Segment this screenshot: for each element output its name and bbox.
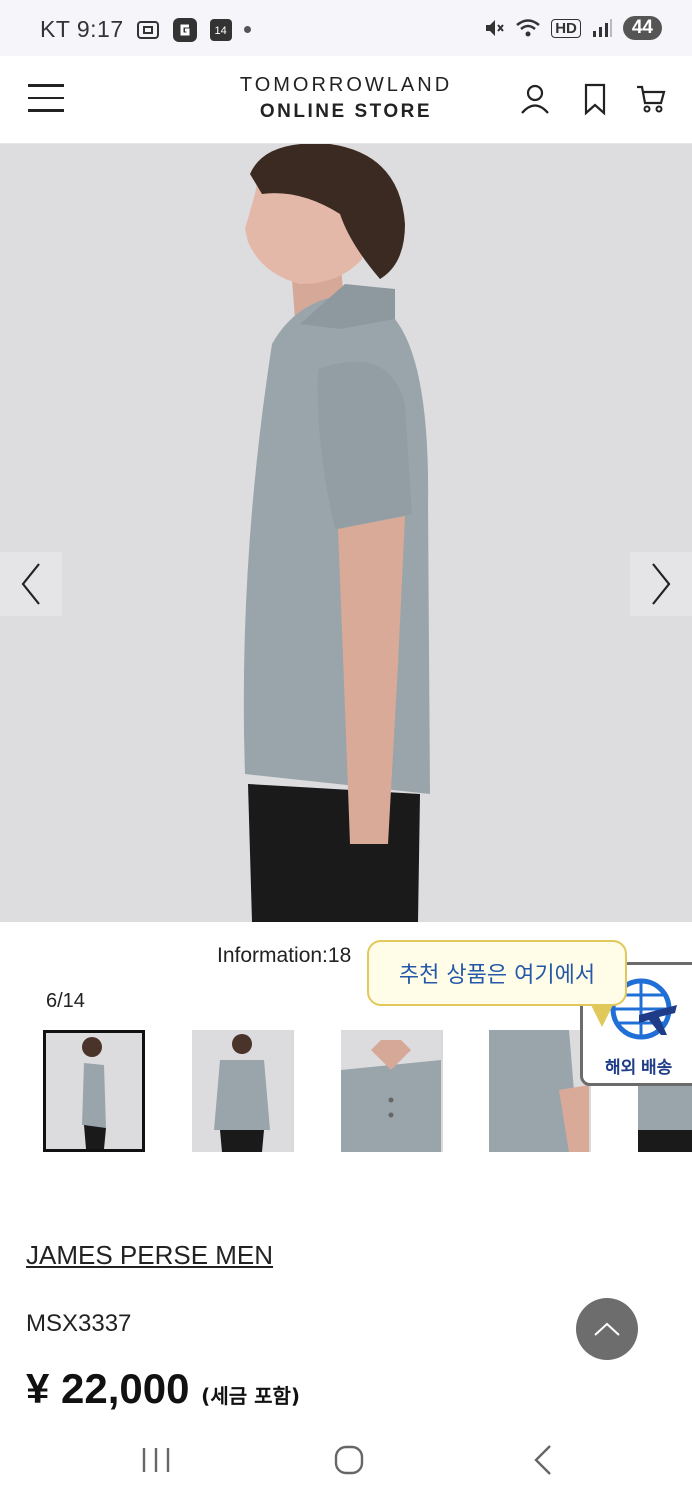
g-app-icon xyxy=(172,17,197,42)
recommend-bubble[interactable]: 추천 상품은 여기에서 xyxy=(367,940,627,1006)
site-header: TOMORROWLAND ONLINE STORE xyxy=(0,56,692,144)
product-price: ¥ 22,000 (세금 포함) xyxy=(26,1365,300,1413)
back-icon[interactable] xyxy=(524,1440,564,1480)
wifi-icon xyxy=(516,19,540,37)
back-to-top-button[interactable] xyxy=(576,1298,638,1360)
status-bar-right: HD 44 xyxy=(483,16,662,40)
thumbnail-collar-image xyxy=(341,1030,441,1152)
home-icon[interactable] xyxy=(329,1440,369,1480)
thumbnail-back[interactable] xyxy=(192,1030,294,1152)
notification-dot-icon xyxy=(243,26,251,33)
information-text: Information:18 xyxy=(217,944,352,967)
price-value: ¥ 22,000 xyxy=(26,1365,190,1412)
next-image-button[interactable] xyxy=(630,552,692,616)
carrier-time: KT 9:17 xyxy=(40,16,124,42)
chevron-right-icon xyxy=(652,563,671,605)
thumbnail-detail[interactable] xyxy=(489,1030,591,1152)
status-bar-left: KT 9:17 14 xyxy=(40,16,251,43)
calendar-date: 14 xyxy=(214,24,227,37)
recent-apps-icon[interactable] xyxy=(136,1440,176,1480)
price-tax-note: (세금 포함) xyxy=(201,1384,301,1408)
thumbnail-collar[interactable] xyxy=(341,1030,443,1152)
chevron-up-icon xyxy=(594,1322,620,1336)
thumbnail-side[interactable] xyxy=(43,1030,145,1152)
screenshot-icon xyxy=(136,20,159,39)
thumbnail-side-image xyxy=(46,1033,142,1149)
thumbnail-detail-image xyxy=(489,1030,589,1152)
battery-indicator: 44 xyxy=(622,16,662,40)
signal-icon xyxy=(592,19,612,37)
overseas-shipping-label: 해외 배송 xyxy=(605,1058,673,1077)
prev-image-button[interactable] xyxy=(0,552,62,616)
mute-icon xyxy=(486,20,504,36)
user-icon[interactable] xyxy=(518,82,552,116)
brand-link[interactable]: JAMES PERSE MEN xyxy=(26,1240,273,1271)
status-bar: KT 9:17 14 HD 44 xyxy=(0,0,692,56)
image-counter: 6/14 xyxy=(46,990,85,1012)
system-nav-bar xyxy=(0,1420,692,1500)
model-side-illustration xyxy=(0,144,692,922)
product-image xyxy=(0,144,692,922)
hd-badge: HD xyxy=(551,18,581,38)
product-sku: MSX3337 xyxy=(26,1310,132,1337)
bookmark-icon[interactable] xyxy=(578,82,612,116)
cart-icon[interactable] xyxy=(634,82,668,116)
recommend-bubble-text: 추천 상품은 여기에서 xyxy=(398,963,596,988)
calendar-icon: 14 xyxy=(209,18,232,41)
thumbnail-back-image xyxy=(192,1030,292,1152)
bubble-tail xyxy=(590,1003,614,1027)
chevron-left-icon xyxy=(21,563,40,605)
